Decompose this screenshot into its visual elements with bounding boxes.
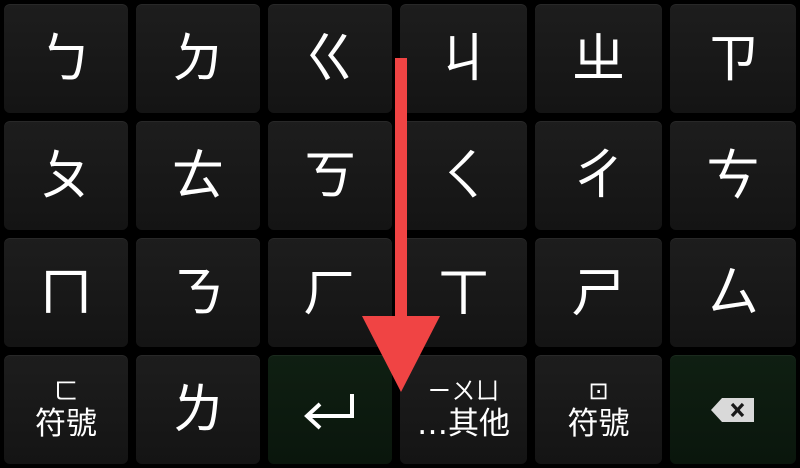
key-label: ㄘ — [706, 143, 760, 207]
enter-key[interactable] — [268, 355, 392, 464]
backspace-icon — [711, 397, 754, 422]
key-label: ㄍ — [303, 26, 357, 90]
key-de[interactable]: ㄉ — [136, 4, 260, 113]
others-key-label: …其他 — [417, 406, 510, 442]
key-zhi[interactable]: ㄓ — [535, 4, 662, 113]
others-key-top: ㄧㄨㄩ — [427, 377, 500, 405]
zhuyin-keyboard: ㄅ ㄉ ㄍ ㄐ ㄓ ㄗ ㄆ ㄊ ㄎ ㄑ ㄔ ㄘ ㄇ ㄋ ㄏ ㄒ ㄕ ㄙ ㄈ 符號… — [0, 0, 800, 468]
symbols-key-2[interactable]: ⊡ 符號 — [535, 355, 662, 464]
key-ne[interactable]: ㄋ — [136, 238, 260, 347]
key-label: ㄎ — [303, 143, 357, 207]
key-ji[interactable]: ㄐ — [400, 4, 527, 113]
symbols-key-1-top: ㄈ — [54, 377, 78, 405]
key-zi[interactable]: ㄗ — [670, 4, 796, 113]
key-po[interactable]: ㄆ — [4, 121, 128, 230]
key-label: ㄆ — [39, 143, 93, 207]
key-label: ㄏ — [303, 260, 357, 324]
key-bo[interactable]: ㄅ — [4, 4, 128, 113]
symbols-key-1-label: 符號 — [35, 406, 97, 442]
key-label: ㄋ — [171, 260, 225, 324]
key-mo[interactable]: ㄇ — [4, 238, 128, 347]
key-label: ㄅ — [39, 26, 93, 90]
key-le[interactable]: ㄌ — [136, 355, 260, 464]
key-label: ㄕ — [571, 260, 626, 324]
key-xi[interactable]: ㄒ — [400, 238, 527, 347]
key-chi[interactable]: ㄔ — [535, 121, 662, 230]
key-label: ㄉ — [171, 26, 225, 90]
symbols-key-2-top: ⊡ — [588, 377, 609, 405]
enter-icon — [304, 393, 354, 429]
symbols-key-2-label: 符號 — [567, 406, 630, 442]
key-label: ㄗ — [706, 26, 760, 90]
key-label: ㄐ — [436, 26, 491, 90]
key-label: ㄑ — [436, 143, 491, 207]
key-label: ㄙ — [706, 260, 760, 324]
key-label: ㄔ — [571, 143, 626, 207]
backspace-key[interactable] — [670, 355, 796, 464]
key-qi[interactable]: ㄑ — [400, 121, 527, 230]
key-si[interactable]: ㄙ — [670, 238, 796, 347]
key-label: ㄇ — [39, 260, 93, 324]
symbols-key-1[interactable]: ㄈ 符號 — [4, 355, 128, 464]
key-label: ㄌ — [171, 377, 225, 441]
key-ge[interactable]: ㄍ — [268, 4, 392, 113]
key-label: ㄒ — [436, 260, 491, 324]
key-label: ㄓ — [571, 26, 626, 90]
key-shi[interactable]: ㄕ — [535, 238, 662, 347]
others-key[interactable]: ㄧㄨㄩ …其他 — [400, 355, 527, 464]
key-ke[interactable]: ㄎ — [268, 121, 392, 230]
key-te[interactable]: ㄊ — [136, 121, 260, 230]
key-label: ㄊ — [171, 143, 225, 207]
key-ci[interactable]: ㄘ — [670, 121, 796, 230]
key-he[interactable]: ㄏ — [268, 238, 392, 347]
